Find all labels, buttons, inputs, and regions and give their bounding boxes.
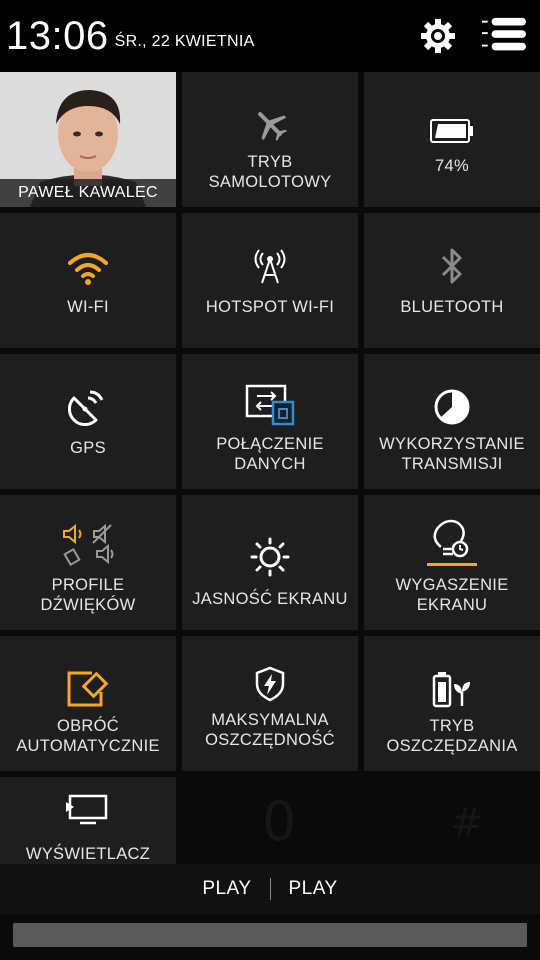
battery-percent: 74% (435, 157, 469, 175)
tile-label: WYGASZENIE EKRANU (395, 576, 509, 614)
data-usage-icon (434, 389, 470, 425)
settings-button[interactable] (416, 14, 460, 58)
tile-brightness[interactable]: JASNOŚĆ EKRANU (182, 495, 358, 630)
screen-timeout-icon (427, 519, 477, 566)
tile-label: TRYB SAMOLOTOWY (208, 153, 332, 191)
notifications-list-button[interactable] (482, 14, 526, 58)
data-connection-icon (245, 384, 295, 426)
media-bar: PLAY PLAY (0, 864, 540, 914)
tile-label: TRYB OSZCZĘDZANIA (386, 717, 518, 755)
tile-wifi[interactable]: WI-FI (0, 213, 176, 348)
tile-label: BLUETOOTH (400, 298, 504, 316)
bluetooth-icon (441, 248, 462, 284)
gps-icon (68, 390, 104, 426)
tile-label: PROFILE DŹWIĘKÓW (40, 576, 136, 614)
drag-handle[interactable] (13, 923, 527, 947)
brightness-icon (250, 537, 290, 577)
tile-gps[interactable]: GPS (0, 354, 176, 489)
date: ŚR., 22 KWIETNIA (114, 33, 255, 50)
tile-label: MAKSYMALNA OSZCZĘDNOŚĆ (205, 711, 335, 749)
gear-icon (421, 19, 455, 53)
screen-mirror-icon (66, 794, 108, 825)
hotspot-icon (254, 249, 286, 284)
sound-profiles-icon (63, 523, 114, 567)
power-saving-icon (432, 672, 470, 708)
tile-label: WYŚWIETLACZ (25, 845, 151, 863)
tile-label: HOTSPOT WI-FI (205, 298, 335, 316)
tile-power-saving[interactable]: TRYB OSZCZĘDZANIA (364, 636, 540, 771)
tile-label: JASNOŚĆ EKRANU (192, 590, 348, 608)
status-bar: 13:06 ŚR., 22 KWIETNIA (0, 0, 540, 72)
tile-airplane-mode[interactable]: TRYB SAMOLOTOWY (182, 72, 358, 207)
max-power-saving-icon (255, 666, 285, 702)
play-left-button[interactable]: PLAY (184, 878, 269, 900)
list-icon (482, 17, 526, 51)
tile-screen-mirror[interactable]: WYŚWIETLACZ (0, 777, 176, 864)
tile-hotspot[interactable]: HOTSPOT WI-FI (182, 213, 358, 348)
background-ghost-zero: 0 (262, 790, 297, 853)
play-right-button[interactable]: PLAY (271, 878, 356, 900)
tile-label: GPS (70, 439, 106, 457)
tile-label: POŁĄCZENIE DANYCH (216, 435, 324, 473)
tile-auto-rotate[interactable]: OBRÓĆ AUTOMATYCZNIE (0, 636, 176, 771)
tile-label: WYKORZYSTANIE TRANSMISJI (379, 435, 525, 473)
background-ghost-hash: # (450, 800, 484, 846)
clock: 13:06 (6, 13, 109, 58)
profile-tile[interactable]: PAWEŁ KAWALEC (0, 72, 176, 207)
airplane-icon (258, 112, 287, 141)
tile-label: OBRÓĆ AUTOMATYCZNIE (16, 717, 160, 755)
tile-label: WI-FI (67, 298, 109, 316)
wifi-icon (68, 253, 108, 285)
tile-max-power-saving[interactable]: MAKSYMALNA OSZCZĘDNOŚĆ (182, 636, 358, 771)
tile-bluetooth[interactable]: BLUETOOTH (364, 213, 540, 348)
tile-screen-timeout[interactable]: WYGASZENIE EKRANU (364, 495, 540, 630)
tile-sound-profiles[interactable]: PROFILE DŹWIĘKÓW (0, 495, 176, 630)
battery-icon (430, 119, 473, 143)
profile-name: PAWEŁ KAWALEC (0, 179, 176, 207)
tile-battery[interactable]: 74% (364, 72, 540, 207)
auto-rotate-icon (67, 671, 109, 707)
tile-data-connection[interactable]: POŁĄCZENIE DANYCH (182, 354, 358, 489)
tile-data-usage[interactable]: WYKORZYSTANIE TRANSMISJI (364, 354, 540, 489)
